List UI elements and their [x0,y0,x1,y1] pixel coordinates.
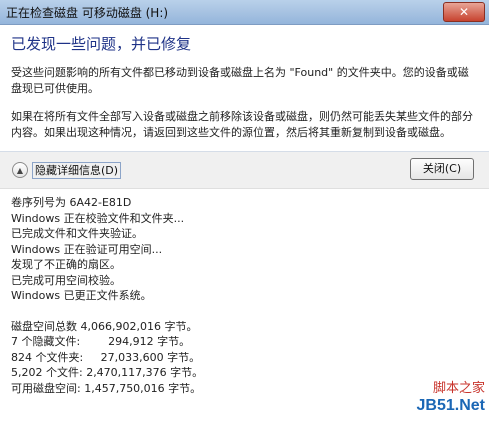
stats-line: 磁盘空间总数 4,066,902,016 字节。 [11,319,198,333]
close-icon: ✕ [458,5,470,19]
details-line: Windows 已更正文件系统。 [11,289,152,302]
hide-details-label[interactable]: 隐藏详细信息(D) [32,161,122,179]
result-description: 受这些问题影响的所有文件都已移动到设备或磁盘上名为 "Found" 的文件夹中。… [11,66,469,95]
hide-details-toggle[interactable]: ▲ 隐藏详细信息(D) [12,161,122,179]
details-line: Windows 正在验证可用空间... [11,242,163,256]
dialog-content: 已发现一些问题，并已修复 受这些问题影响的所有文件都已移动到设备或磁盘上名为 "… [0,25,489,414]
window-close-button[interactable]: ✕ [443,2,485,22]
stats-line: 可用磁盘空间: 1,457,750,016 字节。 [11,381,202,395]
stats-line: 824 个文件夹: 27,033,600 字节。 [11,350,201,364]
stats-line: 7 个隐藏文件: 294,912 字节。 [11,335,191,348]
details-line: 已完成可用空间校验。 [11,273,121,287]
watermark-text-cn: 脚本之家 [432,381,485,396]
dialog-footer: ▲ 隐藏详细信息(D) 关闭(C) [0,152,489,189]
details-line: 已完成文件和文件夹验证。 [11,227,143,240]
site-watermark: 脚本之家 JB51.Net [405,377,485,423]
details-line: Windows 正在校验文件和文件夹... [11,211,185,225]
close-button[interactable]: 关闭(C) [410,158,474,180]
window-title: 正在检查磁盘 可移动磁盘 (H:) [6,6,169,20]
check-disk-dialog: 正在检查磁盘 可移动磁盘 (H:) ✕ 已发现一些问题，并已修复 受这些问题影响… [0,0,489,414]
details-line: 发现了不正确的扇区。 [11,258,121,271]
main-instruction: 已发现一些问题，并已修复 [11,35,192,53]
warning-description: 如果在将所有文件全部写入设备或磁盘之前移除该设备或磁盘，则仍然可能丢失某些文件的… [11,110,473,139]
stats-line: 5,202 个文件: 2,470,117,376 字节。 [11,366,204,379]
details-line: 卷序列号为 6A42-E81D [11,196,132,209]
title-bar[interactable]: 正在检查磁盘 可移动磁盘 (H:) ✕ [0,0,489,25]
chevron-up-icon[interactable]: ▲ [12,162,28,178]
details-log: 卷序列号为 6A42-E81D Windows 正在校验文件和文件夹... 已完… [11,195,203,396]
watermark-text-site: JB51.Net [416,397,485,414]
